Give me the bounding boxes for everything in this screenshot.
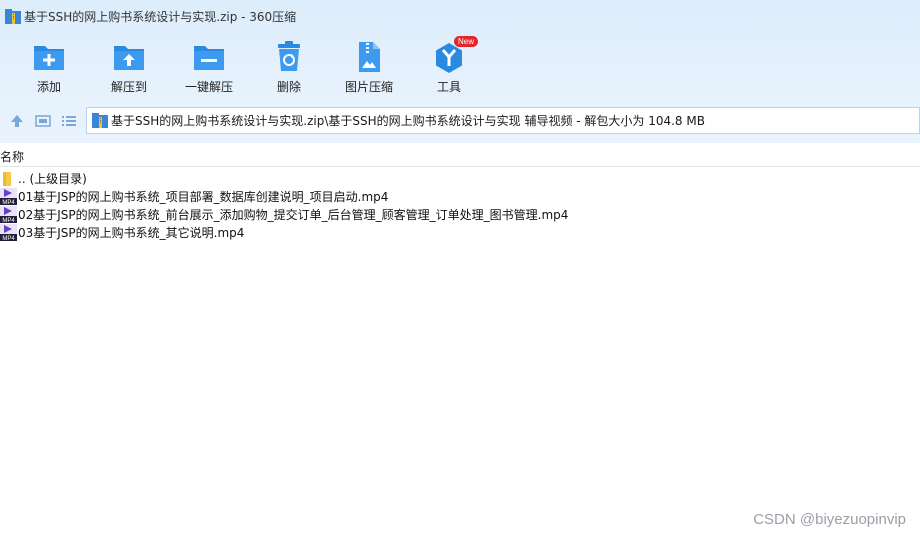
list-item-file[interactable]: MP4 01基于JSP的网上购书系统_项目部署_数据库创建说明_项目启动.mp4	[0, 187, 920, 206]
recycle-bin-icon	[272, 40, 306, 74]
up-arrow-icon[interactable]	[9, 113, 25, 129]
extract-to-button[interactable]: 解压到	[89, 36, 169, 96]
mp4-video-icon: MP4	[0, 205, 17, 224]
file-name: .. (上级目录)	[18, 171, 87, 186]
zip-archive-icon	[92, 113, 108, 128]
one-click-extract-label: 一键解压	[184, 80, 233, 94]
file-list: .. (上级目录) MP4 01基于JSP的网上购书系统_项目部署_数据库创建说…	[0, 169, 920, 242]
navigation-bar: 基于SSH的网上购书系统设计与实现.zip\基于SSH的网上购书系统设计与实现 …	[0, 105, 920, 137]
file-name: 02基于JSP的网上购书系统_前台展示_添加购物_提交订单_后台管理_顾客管理_…	[18, 207, 569, 222]
new-badge: New	[454, 36, 479, 47]
address-bar[interactable]: 基于SSH的网上购书系统设计与实现.zip\基于SSH的网上购书系统设计与实现 …	[86, 107, 920, 134]
list-item-file[interactable]: MP4 03基于JSP的网上购书系统_其它说明.mp4	[0, 223, 920, 242]
mp4-video-icon: MP4	[0, 187, 17, 206]
one-click-extract-button[interactable]: 一键解压	[169, 36, 249, 96]
window-title: 基于SSH的网上购书系统设计与实现.zip - 360压缩	[24, 9, 297, 24]
title-bar: 基于SSH的网上购书系统设计与实现.zip - 360压缩	[0, 0, 920, 32]
svg-text:MP4: MP4	[2, 218, 15, 223]
delete-button[interactable]: 删除	[249, 36, 329, 96]
add-folder-icon	[32, 40, 66, 74]
list-view-icon[interactable]	[61, 113, 77, 129]
svg-text:MP4: MP4	[2, 236, 15, 241]
file-list-header: 名称	[0, 143, 920, 167]
image-compress-button[interactable]: 图片压缩	[329, 36, 409, 96]
image-compress-icon	[352, 40, 386, 74]
list-item-parent-directory[interactable]: .. (上级目录)	[0, 169, 920, 187]
file-name: 03基于JSP的网上购书系统_其它说明.mp4	[18, 225, 245, 240]
file-name: 01基于JSP的网上购书系统_项目部署_数据库创建说明_项目启动.mp4	[18, 189, 389, 204]
add-label: 添加	[36, 80, 61, 94]
top-chrome: 基于SSH的网上购书系统设计与实现.zip - 360压缩 添加 解压到 一键解…	[0, 0, 920, 143]
image-compress-label: 图片压缩	[344, 80, 393, 94]
thumbnail-view-icon[interactable]	[35, 113, 51, 129]
tools-button[interactable]: New 工具	[409, 36, 489, 96]
svg-text:MP4: MP4	[2, 200, 15, 205]
toolbar: 添加 解压到 一键解压 删除 图片压缩 New 工具	[0, 36, 920, 96]
column-name[interactable]: 名称	[0, 148, 24, 165]
one-click-extract-icon	[192, 40, 226, 74]
delete-label: 删除	[276, 80, 301, 94]
list-item-file[interactable]: MP4 02基于JSP的网上购书系统_前台展示_添加购物_提交订单_后台管理_顾…	[0, 205, 920, 224]
watermark: CSDN @biyezuopinvip	[753, 511, 906, 528]
extract-folder-icon	[112, 40, 146, 74]
extract-to-label: 解压到	[110, 80, 147, 94]
folder-icon	[0, 170, 17, 187]
archive-path: 基于SSH的网上购书系统设计与实现.zip\基于SSH的网上购书系统设计与实现 …	[111, 114, 705, 128]
tools-label: 工具	[436, 80, 461, 94]
zip-archive-icon	[5, 8, 21, 24]
tools-icon: New	[432, 36, 479, 74]
mp4-video-icon: MP4	[0, 223, 17, 242]
add-button[interactable]: 添加	[9, 36, 89, 96]
